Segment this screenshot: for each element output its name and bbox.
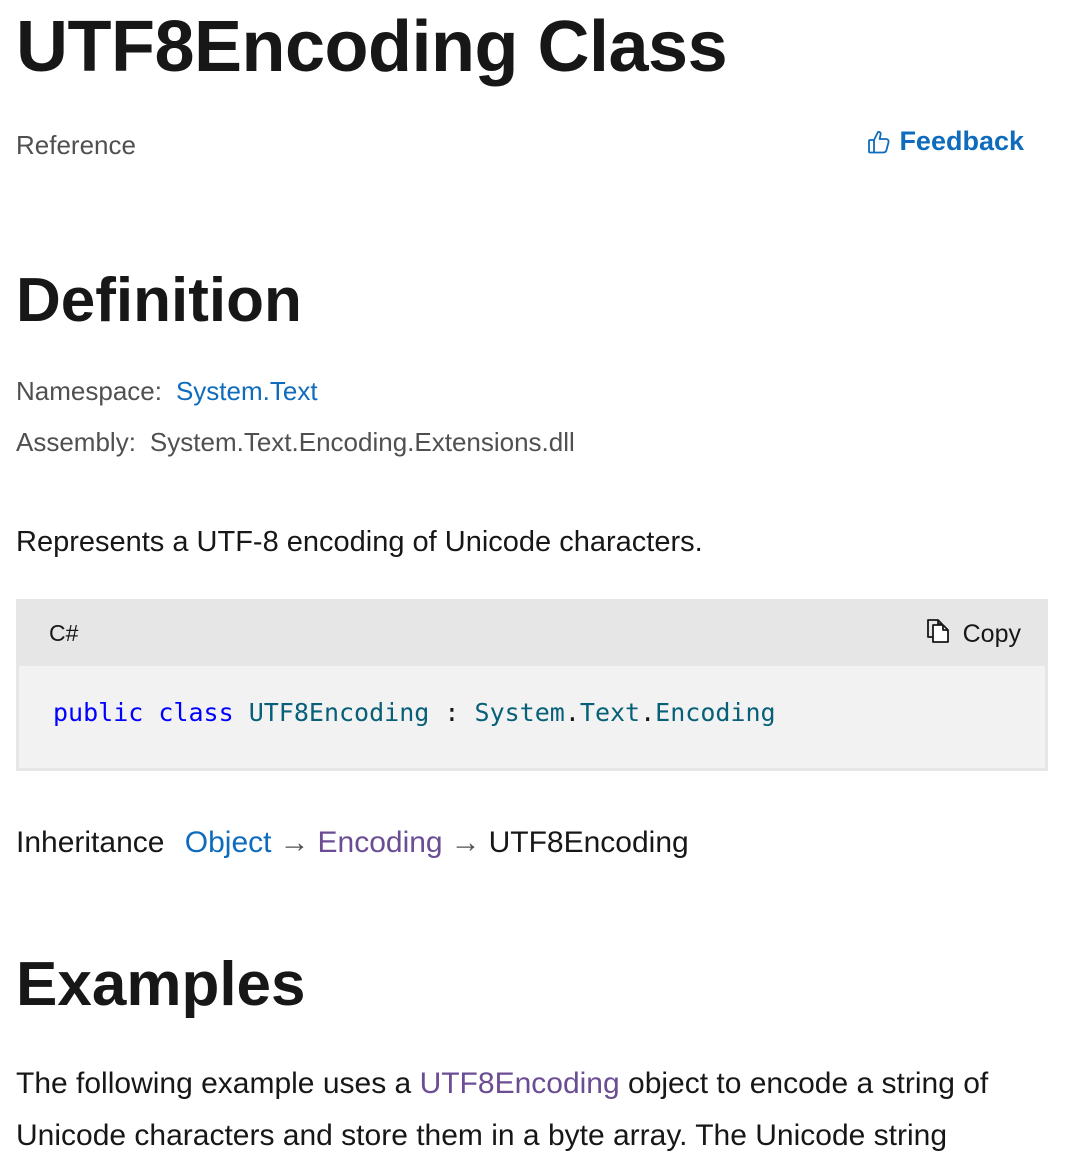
inheritance-current: UTF8Encoding	[488, 826, 689, 859]
examples-heading: Examples	[16, 950, 306, 1019]
namespace-link[interactable]: System.Text	[176, 376, 318, 406]
code-namespace-text: Text	[579, 698, 641, 727]
code-keyword-class: class	[158, 698, 234, 727]
utf8encoding-link[interactable]: UTF8Encoding	[420, 1067, 620, 1100]
feedback-label: Feedback	[899, 126, 1024, 156]
examples-paragraph: The following example uses a UTF8Encodin…	[16, 1058, 1056, 1162]
thumbs-up-icon	[867, 129, 891, 155]
code-keyword-public: public	[53, 698, 144, 727]
inheritance-link-object[interactable]: Object	[185, 826, 272, 859]
code-colon: :	[444, 698, 460, 727]
code-dot: .	[564, 698, 580, 727]
page-title: UTF8Encoding Class	[16, 7, 728, 87]
feedback-button[interactable]: Feedback	[867, 126, 1024, 157]
assembly-label: Assembly:	[16, 427, 136, 457]
code-line: public class UTF8Encoding : System.Text.…	[53, 698, 776, 727]
class-summary: Represents a UTF-8 encoding of Unicode c…	[16, 526, 703, 558]
code-namespace-system: System	[474, 698, 565, 727]
code-base-type: Encoding	[655, 698, 776, 727]
code-class-name: UTF8Encoding	[248, 698, 430, 727]
code-header: C# Copy	[19, 602, 1045, 666]
assembly-row: Assembly: System.Text.Encoding.Extensions…	[16, 427, 575, 458]
arrow-right-icon: →	[279, 826, 310, 859]
namespace-row: Namespace: System.Text	[16, 376, 318, 407]
definition-heading: Definition	[16, 266, 302, 335]
namespace-label: Namespace:	[16, 376, 162, 406]
arrow-right-icon: →	[450, 826, 481, 859]
code-language-label: C#	[49, 620, 79, 646]
reference-label: Reference	[16, 130, 136, 160]
copy-button[interactable]: Copy	[925, 618, 1021, 651]
paragraph-text: The following example uses a	[16, 1067, 420, 1100]
assembly-value: System.Text.Encoding.Extensions.dll	[149, 427, 575, 457]
inheritance-label: Inheritance	[16, 826, 165, 859]
copy-icon	[925, 618, 951, 651]
code-block: C# Copy public class UTF8Encoding : Syst…	[16, 599, 1048, 771]
copy-label: Copy	[962, 620, 1021, 648]
inheritance-link-encoding[interactable]: Encoding	[318, 826, 443, 859]
meta-row: Reference Feedback	[16, 126, 1024, 166]
code-dot: .	[640, 698, 656, 727]
inheritance-row: Inheritance Object → Encoding → UTF8Encoding	[16, 826, 689, 860]
